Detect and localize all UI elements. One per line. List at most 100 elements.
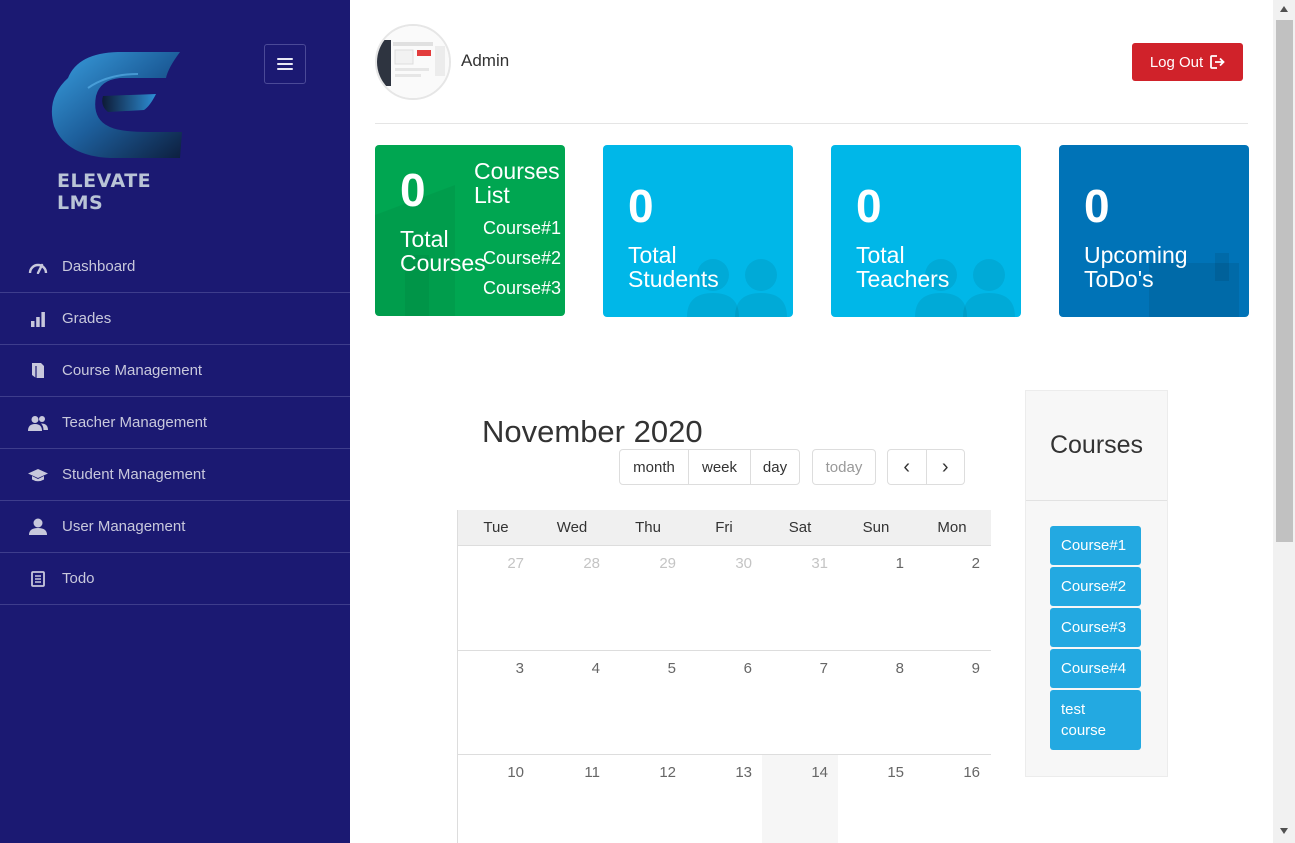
calendar-week: 27 28 29 30 31 1 2	[458, 545, 991, 650]
hamburger-icon	[277, 58, 293, 70]
sidebar-item-course-management[interactable]: Course Management	[0, 345, 350, 397]
courses-list-item[interactable]: Course#3	[483, 278, 561, 299]
weekday-label: Sat	[788, 519, 812, 536]
sidebar-item-teacher-management[interactable]: Teacher Management	[0, 397, 350, 449]
sidebar-nav: Dashboard Grades Course Management Teach…	[0, 241, 350, 605]
calendar-view-switcher: month week day	[619, 449, 800, 485]
book-icon	[28, 361, 48, 381]
sidebar-item-student-management[interactable]: Student Management	[0, 449, 350, 501]
next-month-button[interactable]: ›	[927, 450, 965, 484]
day-number: 14	[811, 764, 828, 781]
page-scrollbar[interactable]	[1273, 0, 1295, 843]
day-number: 5	[667, 660, 676, 677]
scroll-thumb[interactable]	[1276, 20, 1293, 542]
calendar-day[interactable]: 6	[686, 651, 762, 755]
calendar-day-today[interactable]: 14	[762, 755, 838, 843]
calendar-day[interactable]: 27	[458, 546, 534, 650]
courses-list-item[interactable]: Course#2	[483, 248, 561, 269]
calendar-day[interactable]: 29	[610, 546, 686, 650]
day-number: 28	[583, 555, 600, 572]
speedometer-icon	[28, 257, 48, 277]
calendar-day[interactable]: 15	[838, 755, 914, 843]
sidebar-item-label: Grades	[62, 310, 112, 327]
calendar-day[interactable]: 10	[458, 755, 534, 843]
day-number: 16	[963, 764, 980, 781]
course-chip[interactable]: test course	[1050, 690, 1141, 750]
weekday-label: Thu	[635, 519, 661, 536]
calendar-day[interactable]: 1	[838, 546, 914, 650]
calendar-nav: ‹ ›	[887, 449, 965, 485]
total-teachers-card[interactable]: 0 Total Teachers	[831, 145, 1021, 317]
sign-out-icon	[1210, 55, 1225, 69]
menu-toggle-button[interactable]	[264, 44, 306, 84]
calendar-day[interactable]: 4	[534, 651, 610, 755]
day-number: 31	[811, 555, 828, 572]
total-students-value: 0	[628, 180, 654, 232]
calendar-day[interactable]: 30	[686, 546, 762, 650]
chevron-left-icon: ‹	[903, 455, 911, 478]
avatar[interactable]	[375, 24, 451, 100]
weekday-header: Tue Wed Thu Fri Sat Sun Mon	[458, 510, 991, 545]
courses-list-item[interactable]: Course#1	[483, 218, 561, 239]
upcoming-todos-label-line2: ToDo's	[1084, 266, 1154, 292]
total-teachers-label-line2: Teachers	[856, 266, 950, 292]
sidebar-item-grades[interactable]: Grades	[0, 293, 350, 345]
calendar-day[interactable]: 8	[838, 651, 914, 755]
sidebar-item-label: User Management	[62, 518, 186, 535]
chevron-right-icon: ›	[941, 455, 949, 478]
day-number: 9	[971, 660, 980, 677]
today-button[interactable]: today	[813, 450, 875, 484]
course-chip[interactable]: Course#1	[1050, 526, 1141, 565]
courses-panel: Courses Course#1 Course#2 Course#3 Cours…	[1025, 390, 1168, 777]
today-group: today	[812, 449, 876, 485]
upcoming-todos-card[interactable]: 0 Upcoming ToDo's	[1059, 145, 1249, 317]
prev-month-button[interactable]: ‹	[888, 450, 927, 484]
calendar-day[interactable]: 31	[762, 546, 838, 650]
sidebar-item-user-management[interactable]: User Management	[0, 501, 350, 553]
week-view-button[interactable]: week	[689, 450, 751, 484]
total-students-label-line2: Students	[628, 266, 719, 292]
calendar-day[interactable]: 28	[534, 546, 610, 650]
day-view-button[interactable]: day	[751, 450, 799, 484]
day-number: 12	[659, 764, 676, 781]
courses-list-title-line1: Courses	[474, 158, 560, 184]
day-number: 7	[819, 660, 828, 677]
total-students-card[interactable]: 0 Total Students	[603, 145, 793, 317]
day-number: 15	[887, 764, 904, 781]
sidebar: ELEVATE LMS Dashboard Grades Course Mana…	[0, 0, 350, 843]
weekday-label: Mon	[937, 519, 967, 536]
day-number: 2	[971, 555, 980, 572]
day-number: 6	[743, 660, 752, 677]
header-divider	[375, 123, 1248, 124]
users-icon	[28, 413, 48, 433]
calendar-day[interactable]: 12	[610, 755, 686, 843]
sidebar-item-label: Student Management	[62, 466, 206, 483]
bar-chart-icon	[28, 309, 48, 329]
courses-list-title-line2: List	[474, 182, 510, 208]
upcoming-todos-value: 0	[1084, 180, 1110, 232]
course-chip[interactable]: Course#2	[1050, 567, 1141, 606]
month-view-button[interactable]: month	[620, 450, 689, 484]
brand-logo[interactable]: ELEVATE LMS	[48, 48, 198, 214]
scroll-up-icon[interactable]	[1280, 6, 1288, 12]
calendar-day[interactable]: 2	[914, 546, 990, 650]
total-courses-card[interactable]: 0 Total Courses Courses List Course#1 Co…	[375, 145, 565, 316]
scroll-down-icon[interactable]	[1280, 828, 1288, 834]
course-chip[interactable]: Course#3	[1050, 608, 1141, 647]
total-courses-value: 0	[400, 164, 426, 216]
calendar-day[interactable]: 7	[762, 651, 838, 755]
calendar-title: November 2020	[482, 414, 703, 449]
logout-button[interactable]: Log Out	[1132, 43, 1243, 81]
calendar-day[interactable]: 5	[610, 651, 686, 755]
calendar-day[interactable]: 16	[914, 755, 990, 843]
calendar-day[interactable]: 9	[914, 651, 990, 755]
sidebar-item-todo[interactable]: Todo	[0, 553, 350, 605]
calendar-day[interactable]: 13	[686, 755, 762, 843]
course-chip[interactable]: Course#4	[1050, 649, 1141, 688]
calendar-day[interactable]: 11	[534, 755, 610, 843]
day-number: 29	[659, 555, 676, 572]
calendar-day[interactable]: 3	[458, 651, 534, 755]
sidebar-item-dashboard[interactable]: Dashboard	[0, 241, 350, 293]
day-number: 3	[515, 660, 524, 677]
calendar-week: 3 4 5 6 7 8 9	[458, 650, 991, 754]
